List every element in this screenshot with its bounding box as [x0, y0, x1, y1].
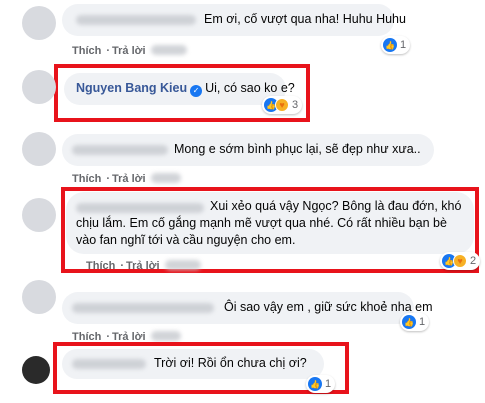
comment-bubble: Mong e sớm bình phục lại, sẽ đẹp như xưa…: [62, 134, 434, 166]
like-button[interactable]: Thích: [72, 45, 101, 57]
comment-bubble: Ôi sao vậy em , giữ sức khoẻ nha em: [62, 292, 433, 324]
like-icon: 👍: [402, 315, 416, 329]
care-icon: ♥: [275, 98, 289, 112]
care-icon: ♥: [453, 254, 467, 268]
avatar[interactable]: [22, 356, 50, 384]
verified-badge-icon: ✓: [190, 84, 203, 97]
avatar[interactable]: [22, 198, 56, 232]
reply-button[interactable]: Trả lời: [112, 173, 146, 185]
reaction-summary[interactable]: 👍 1: [306, 375, 336, 393]
like-button[interactable]: Thích: [86, 260, 115, 272]
reply-button[interactable]: Trả lời: [126, 260, 160, 272]
like-icon: 👍: [308, 377, 322, 391]
comment-text: Ui, có sao ko e?: [205, 81, 295, 95]
blurred-author-name: [72, 359, 146, 369]
comment-author[interactable]: Nguyen Bang Kieu: [76, 81, 187, 95]
comment-text: e sớm bình phục lại, sẽ đẹp như xưa..: [208, 142, 421, 156]
blurred-author-name: [72, 303, 214, 313]
blurred-timestamp: [150, 173, 181, 183]
comment-text-line: Xui xẻo quá vậy Ngọc? Bông là đau đớn, k…: [210, 199, 462, 213]
avatar[interactable]: [22, 70, 56, 104]
like-button[interactable]: Thích: [72, 173, 101, 185]
comment-bubble: Trời ơi! Rồi ổn chưa chị ơi?: [62, 349, 324, 379]
comment-text: Trời ơi! Rồi ổn chưa chị ơi?: [154, 356, 307, 370]
avatar[interactable]: [22, 6, 56, 40]
comment-actions: Thích · Trả lời: [86, 259, 203, 272]
avatar[interactable]: [22, 280, 56, 314]
comment-text: Ôi sao vậy em , giữ sức khoẻ nha em: [224, 300, 433, 314]
comment-text-line: vào fan nghĩ tới và cầu nguyện cho em.: [76, 233, 296, 247]
reaction-summary[interactable]: 👍 ♥ 2: [440, 252, 481, 270]
avatar[interactable]: [22, 132, 56, 166]
comment-bubble: Em ơi, cố vượt qua nha! Huhu Huhu: [62, 4, 406, 36]
comment-actions: Thích · Trả lời: [72, 172, 183, 185]
reply-button[interactable]: Trả lời: [112, 45, 146, 57]
blurred-timestamp: [150, 331, 181, 341]
comment-actions: Thích · Trả lời: [72, 44, 189, 57]
blurred-timestamp: [150, 45, 187, 55]
reaction-summary[interactable]: 👍 1: [400, 313, 430, 331]
comment-text: Em ơi, cố vượt qua nha! Huhu Huhu: [204, 12, 406, 26]
comment-bubble: Nguyen Bang Kieu ✓ Ui, có sao ko e?: [64, 73, 295, 105]
blurred-author-name: [72, 145, 168, 155]
comment-text-prefix: Mong: [174, 142, 206, 156]
comment-bubble: Xui xẻo quá vậy Ngọc? Bông là đau đớn, k…: [66, 192, 474, 254]
reaction-summary[interactable]: 👍 ♥ 3: [262, 96, 303, 114]
comment-text-line: chịu lắm. Em cố gắng mạnh mẽ vượt qua nh…: [76, 216, 447, 230]
like-icon: 👍: [383, 38, 397, 52]
blurred-author-name: [76, 203, 204, 213]
blurred-author-name: [76, 15, 196, 25]
blurred-timestamp: [164, 260, 201, 270]
reaction-summary[interactable]: 👍 1: [381, 36, 411, 54]
